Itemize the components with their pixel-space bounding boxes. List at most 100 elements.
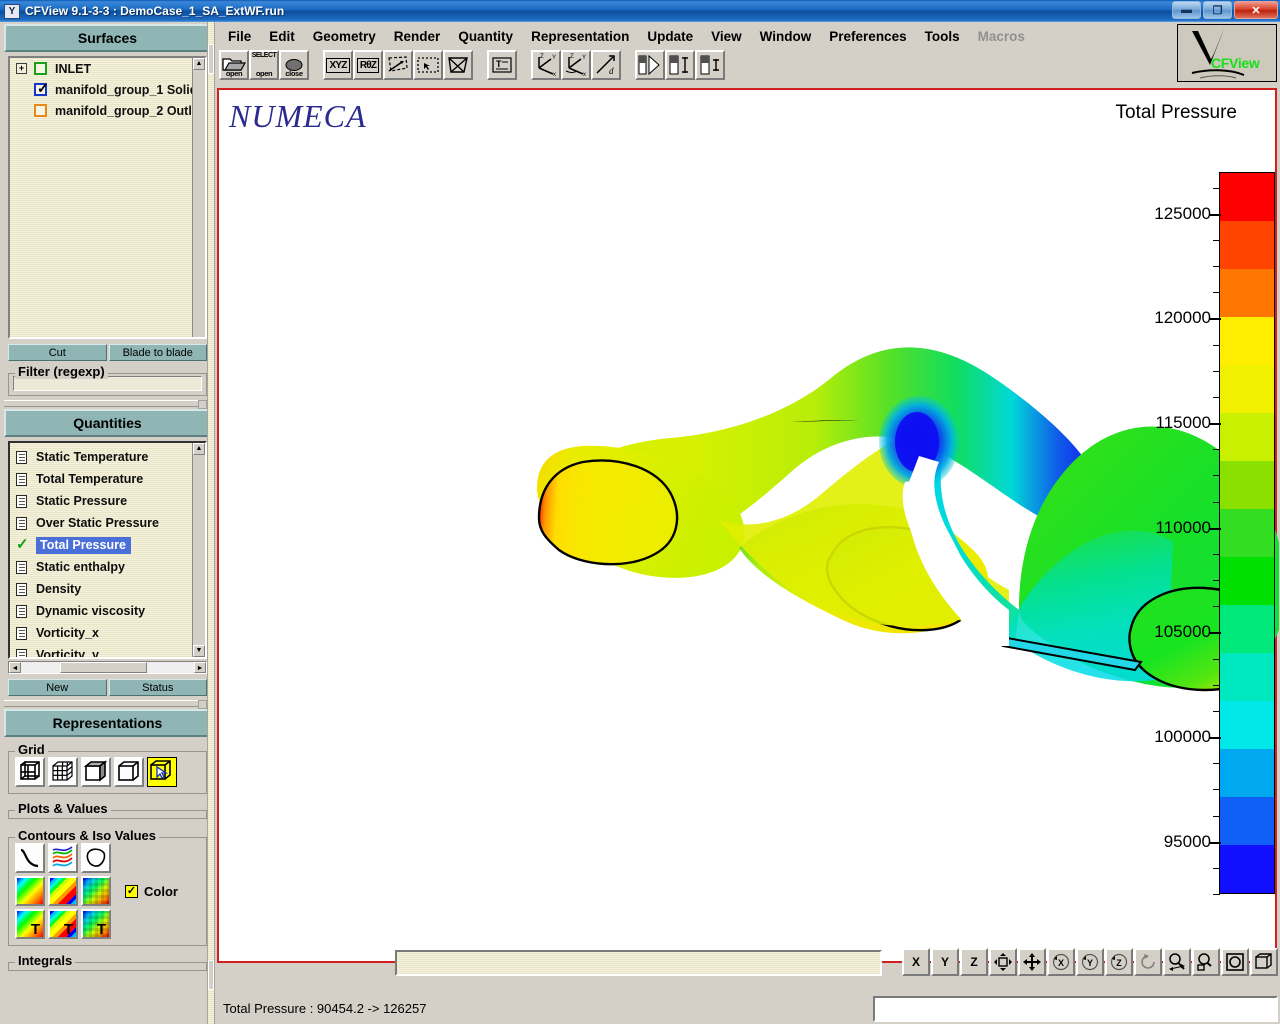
menu-view[interactable]: View: [702, 24, 751, 49]
grid-wireframe-button[interactable]: [15, 757, 45, 787]
iso-lines-colored-button[interactable]: [48, 843, 78, 873]
contour-blocky-button[interactable]: [81, 876, 111, 906]
menu-geometry[interactable]: Geometry: [304, 24, 385, 49]
rotate-y-button[interactable]: Y: [1076, 948, 1104, 976]
open-project-button[interactable]: open: [219, 50, 249, 80]
scroll-up-icon[interactable]: ▲: [193, 443, 205, 455]
restore-button[interactable]: ❐: [1203, 1, 1232, 19]
fit-view-button[interactable]: [1221, 948, 1249, 976]
cut-button[interactable]: Cut: [8, 344, 107, 361]
surface-item-manifold-group-1[interactable]: ✓ manifold_group_1 Solid: [10, 79, 205, 100]
contour-banded-button[interactable]: [48, 876, 78, 906]
quantity-item[interactable]: Over Static Pressure: [10, 512, 205, 534]
scroll-left-icon[interactable]: ◄: [9, 662, 21, 673]
menu-quantity[interactable]: Quantity: [449, 24, 522, 49]
iso-surface-button[interactable]: [81, 843, 111, 873]
surface-item-inlet[interactable]: + INLET: [10, 58, 205, 79]
close-button[interactable]: ✕: [1234, 1, 1278, 19]
menu-tools[interactable]: Tools: [916, 24, 969, 49]
blade-to-blade-button[interactable]: Blade to blade: [109, 344, 208, 361]
quantity-item[interactable]: Static Temperature: [10, 446, 205, 468]
colorbar-toggle-button[interactable]: [635, 50, 665, 80]
select-region-button[interactable]: [413, 50, 443, 80]
representations-panel-header[interactable]: Representations: [4, 709, 211, 737]
surface-item-manifold-group-2[interactable]: manifold_group_2 Outlet: [10, 100, 205, 121]
iso-line-button[interactable]: [15, 843, 45, 873]
command-input[interactable]: [873, 996, 1278, 1022]
bounding-box-button[interactable]: [1250, 948, 1278, 976]
zoom-box-button[interactable]: [1192, 948, 1220, 976]
contour-smooth-button[interactable]: [15, 876, 45, 906]
surface-cut-button[interactable]: [383, 50, 413, 80]
color-checkbox[interactable]: ✓: [125, 885, 138, 898]
quantities-list[interactable]: Static Temperature Total Temperature Sta…: [8, 441, 207, 659]
contour-banded-t-button[interactable]: T: [48, 909, 78, 939]
menu-edit[interactable]: Edit: [260, 24, 304, 49]
grid-mesh-button[interactable]: [48, 757, 78, 787]
reset-rotation-button[interactable]: [1134, 948, 1162, 976]
axes-rotate-button[interactable]: ZYx: [561, 50, 591, 80]
close-project-button[interactable]: close: [279, 50, 309, 80]
contour-smooth-t-button[interactable]: T: [15, 909, 45, 939]
surface-checkbox[interactable]: ✓: [34, 83, 47, 96]
surfaces-list[interactable]: + INLET ✓ manifold_group_1 Solid manifol…: [8, 56, 207, 339]
center-view-button[interactable]: [989, 948, 1017, 976]
new-quantity-button[interactable]: New: [8, 679, 107, 696]
grid-shaded-button[interactable]: [81, 757, 111, 787]
text-annotation-button[interactable]: T: [487, 50, 517, 80]
rotate-x-button[interactable]: X: [1047, 948, 1075, 976]
panel-splitter-2[interactable]: [4, 700, 211, 707]
minimize-button[interactable]: ▬: [1172, 1, 1201, 19]
surfaces-panel-header[interactable]: Surfaces: [4, 24, 211, 52]
surfaces-list-scrollbar[interactable]: ▲: [192, 58, 205, 337]
scroll-right-icon[interactable]: ►: [194, 662, 206, 673]
dock-grip-top[interactable]: [208, 44, 214, 74]
splitter-grip[interactable]: [198, 400, 207, 409]
cylindrical-roz-button[interactable]: RθZ: [353, 50, 383, 80]
quantity-item[interactable]: Vorticity_y: [10, 644, 205, 659]
surface-checkbox[interactable]: [34, 104, 47, 117]
cartesian-xyz-button[interactable]: XYZ: [323, 50, 353, 80]
colorbar-scale-button[interactable]: [695, 50, 725, 80]
menu-render[interactable]: Render: [385, 24, 450, 49]
quantity-item[interactable]: Vorticity_x: [10, 622, 205, 644]
color-checkbox-row[interactable]: ✓ Color: [125, 843, 178, 939]
panel-splitter[interactable]: [4, 400, 211, 407]
expander-icon[interactable]: +: [16, 63, 27, 74]
delete-surface-button[interactable]: [443, 50, 473, 80]
contour-blocky-t-button[interactable]: T: [81, 909, 111, 939]
quantities-panel-header[interactable]: Quantities: [4, 409, 211, 437]
menu-file[interactable]: File: [219, 24, 260, 49]
quantity-item-total-pressure[interactable]: ✓Total Pressure: [10, 534, 205, 556]
menu-representation[interactable]: Representation: [522, 24, 638, 49]
select-open-button[interactable]: SELECT open: [249, 50, 279, 80]
axes-zyx-button[interactable]: ZYx: [531, 50, 561, 80]
dock-grip-bottom[interactable]: [208, 960, 214, 990]
surface-checkbox[interactable]: [34, 62, 47, 75]
scroll-up-icon[interactable]: ▲: [193, 58, 205, 70]
distance-measure-button[interactable]: d: [591, 50, 621, 80]
view-y-button[interactable]: Y: [931, 948, 959, 976]
menu-preferences[interactable]: Preferences: [820, 24, 915, 49]
grid-pick-button[interactable]: [147, 757, 177, 787]
colorbar-range-button[interactable]: [665, 50, 695, 80]
dock-splitter[interactable]: [207, 22, 215, 1024]
view-z-button[interactable]: Z: [960, 948, 988, 976]
menu-window[interactable]: Window: [751, 24, 821, 49]
scroll-down-icon[interactable]: ▼: [193, 645, 205, 657]
pan-button[interactable]: [1018, 948, 1046, 976]
menu-update[interactable]: Update: [638, 24, 702, 49]
quantity-item[interactable]: Dynamic viscosity: [10, 600, 205, 622]
splitter-grip[interactable]: [198, 700, 207, 709]
grid-outline-button[interactable]: [114, 757, 144, 787]
status-button[interactable]: Status: [109, 679, 208, 696]
rotate-z-button[interactable]: Z: [1105, 948, 1133, 976]
quantity-item[interactable]: Static enthalpy: [10, 556, 205, 578]
quantity-item[interactable]: Static Pressure: [10, 490, 205, 512]
render-viewport[interactable]: NUMECA Total Pressure: [217, 88, 1277, 963]
quantity-item[interactable]: Density: [10, 578, 205, 600]
hscroll-thumb[interactable]: [60, 662, 147, 673]
zoom-in-button[interactable]: [1163, 948, 1191, 976]
quantities-hscrollbar[interactable]: ◄ ►: [8, 661, 207, 674]
view-x-button[interactable]: X: [902, 948, 930, 976]
